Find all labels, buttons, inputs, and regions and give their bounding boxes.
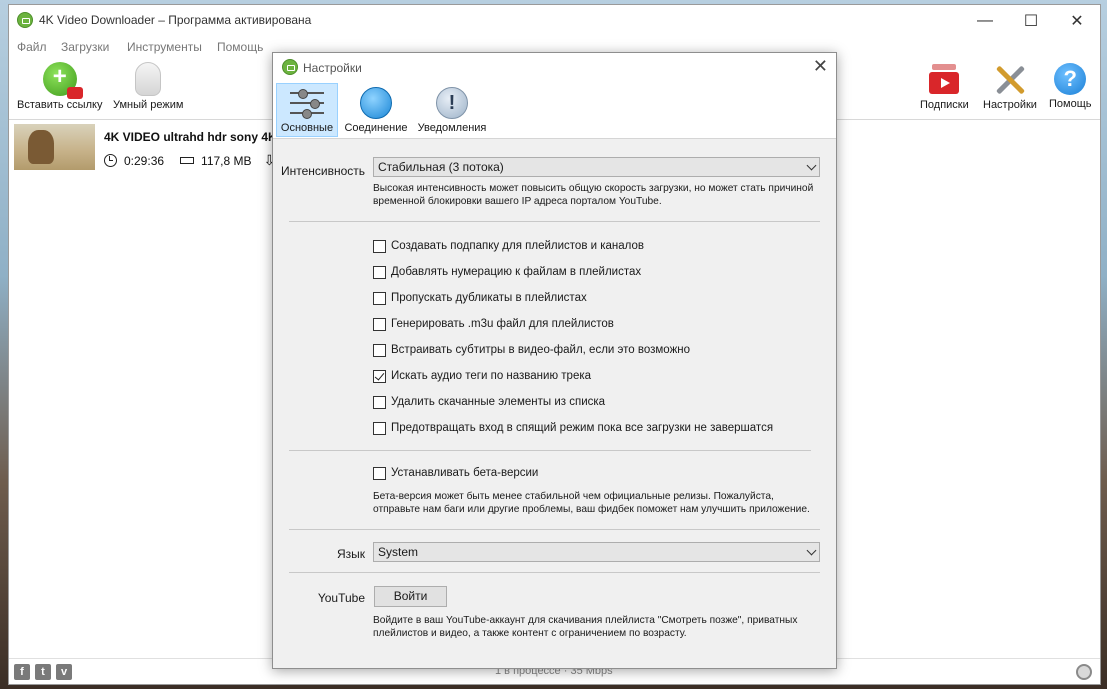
lightbulb-icon (135, 62, 162, 96)
checkbox[interactable] (373, 395, 386, 409)
menu-tools[interactable]: Инструменты (127, 40, 202, 54)
menu-help[interactable]: Помощь (217, 40, 263, 54)
checkbox[interactable] (373, 265, 386, 279)
dialog-title-bar: Настройки ✕ (273, 53, 836, 81)
option-label: Искать аудио теги по названию трека (391, 370, 592, 382)
help-label: Помощь (1049, 98, 1092, 110)
settings-button[interactable]: Настройки (983, 62, 1037, 111)
subscriptions-label: Подписки (920, 99, 969, 111)
clock-icon (104, 154, 117, 167)
beta-label: Устанавливать бета-версии (391, 467, 539, 479)
divider (289, 572, 820, 573)
intensity-note: Высокая интенсивность может повысить общ… (373, 183, 814, 207)
option-row[interactable]: Удалить скачанные элементы из списка (373, 394, 605, 410)
maximize-button[interactable]: ☐ (1008, 5, 1054, 36)
menu-file[interactable]: Файл (17, 40, 47, 54)
tab-connection[interactable]: Соединение (342, 83, 410, 137)
file-size-icon (180, 157, 195, 164)
checkbox-checked[interactable] (373, 369, 386, 383)
sliders-icon (290, 87, 324, 119)
tab-general[interactable]: Основные (276, 83, 338, 137)
beta-note: Бета-версия может быть менее стабильной … (373, 491, 810, 515)
intensity-select[interactable]: Стабильная (3 потока) (373, 157, 820, 177)
download-meta: 0:29:36 117,8 MB ⇩ (104, 152, 284, 169)
settings-dialog: Настройки ✕ Основные Соединение ! Уведом… (272, 52, 837, 669)
youtube-login-button[interactable]: Войти (374, 586, 447, 607)
option-row[interactable]: Создавать подпапку для плейлистов и кана… (373, 238, 644, 254)
option-label: Пропускать дубликаты в плейлистах (391, 292, 587, 304)
globe-icon[interactable] (1076, 664, 1092, 680)
beta-checkbox[interactable] (373, 466, 386, 480)
download-size: 117,8 MB (201, 153, 252, 168)
divider (289, 529, 820, 530)
youtube-note: Войдите в ваш YouTube-аккаунт для скачив… (373, 615, 798, 639)
option-row[interactable]: Искать аудио теги по названию трека (373, 368, 591, 384)
download-duration: 0:29:36 (124, 153, 165, 168)
option-label: Генерировать .m3u файл для плейлистов (391, 318, 614, 330)
divider (289, 221, 820, 222)
title-bar: 4K Video Downloader – Программа активиро… (9, 5, 1100, 36)
option-row[interactable]: Генерировать .m3u файл для плейлистов (373, 316, 614, 332)
option-label: Удалить скачанные элементы из списка (391, 396, 606, 408)
checkbox[interactable] (373, 421, 386, 435)
option-label: Добавлять нумерацию к файлам в плейлиста… (391, 266, 642, 278)
globe-connection-icon (360, 87, 392, 119)
option-row[interactable]: Добавлять нумерацию к файлам в плейлиста… (373, 264, 641, 280)
help-button[interactable]: ? Помощь (1049, 62, 1092, 110)
beta-option-row[interactable]: Устанавливать бета-версии (373, 465, 538, 481)
divider (289, 450, 811, 451)
chevron-down-icon (806, 160, 817, 171)
exclamation-icon: ! (436, 87, 468, 119)
subscriptions-button[interactable]: Подписки (920, 62, 969, 111)
checkbox[interactable] (373, 343, 386, 357)
settings-tabs: Основные Соединение ! Уведомления (273, 81, 836, 139)
option-row[interactable]: Предотвращать вход в спящий режим пока в… (373, 420, 773, 436)
settings-label: Настройки (983, 99, 1037, 111)
twitter-icon[interactable]: t (35, 664, 51, 680)
minimize-button[interactable]: — (962, 5, 1008, 36)
tab-notifications[interactable]: ! Уведомления (416, 83, 488, 137)
smart-mode-button[interactable]: Умный режим (113, 62, 183, 111)
dialog-close-button[interactable]: ✕ (813, 56, 828, 77)
dialog-title: Настройки (303, 61, 362, 75)
option-label: Предотвращать вход в спящий режим пока в… (391, 422, 774, 434)
chevron-down-icon (806, 545, 817, 556)
language-value: System (378, 545, 419, 559)
option-row[interactable]: Пропускать дубликаты в плейлистах (373, 290, 587, 306)
video-thumbnail (14, 124, 95, 170)
option-row[interactable]: Встраивать субтитры в видео-файл, если э… (373, 342, 690, 358)
youtube-label: YouTube (317, 591, 365, 605)
language-select[interactable]: System (373, 542, 820, 562)
help-icon: ? (1054, 63, 1087, 95)
menu-downloads[interactable]: Загрузки (61, 40, 109, 54)
dialog-app-icon (282, 59, 298, 75)
vimeo-icon[interactable]: v (56, 664, 72, 680)
tab-general-label: Основные (280, 122, 334, 134)
checkbox[interactable] (373, 317, 386, 331)
window-title: 4K Video Downloader – Программа активиро… (39, 13, 312, 27)
smart-mode-label: Умный режим (113, 99, 184, 111)
intensity-value: Стабильная (3 потока) (378, 160, 504, 174)
language-label: Язык (336, 547, 365, 561)
checkbox[interactable] (373, 291, 386, 305)
checkbox[interactable] (373, 239, 386, 253)
subscriptions-icon (927, 62, 961, 96)
close-button[interactable]: ✕ (1054, 5, 1100, 36)
intensity-label: Интенсивность (280, 164, 365, 178)
tab-connection-label: Соединение (344, 122, 408, 134)
app-logo-icon (17, 12, 33, 28)
tools-icon (993, 62, 1027, 96)
option-label: Создавать подпапку для плейлистов и кана… (391, 240, 645, 252)
paste-link-icon (42, 62, 83, 99)
facebook-icon[interactable]: f (14, 664, 30, 680)
option-label: Встраивать субтитры в видео-файл, если э… (391, 344, 691, 356)
download-title: 4K VIDEO ultrahd hdr sony 4K (104, 130, 277, 144)
paste-link-button[interactable]: Вставить ссылку (17, 62, 102, 111)
paste-link-label: Вставить ссылку (17, 99, 103, 111)
tab-notifications-label: Уведомления (417, 122, 487, 134)
